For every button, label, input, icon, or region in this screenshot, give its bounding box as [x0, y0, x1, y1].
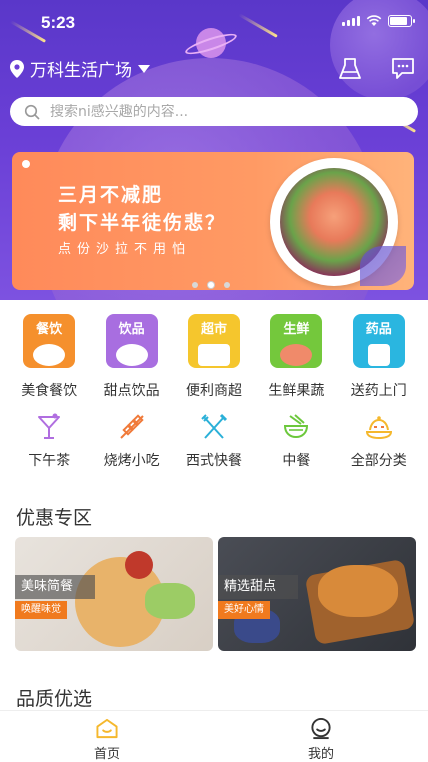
category-label: 美食餐饮 [21, 383, 78, 399]
search-icon [24, 104, 40, 120]
category-food-tile: 餐饮 [23, 314, 76, 368]
tab-label: 我的 [307, 747, 334, 762]
wifi-icon [366, 15, 382, 26]
category-label: 便利商超 [185, 383, 242, 399]
bowl-icon [284, 414, 309, 439]
category-western[interactable]: 西式快餐 [174, 412, 254, 470]
status-time: 5:23 [41, 13, 76, 32]
promo-section-title: 优惠专区 [16, 507, 93, 529]
category-label: 全部分类 [350, 453, 407, 469]
status-icons [342, 15, 415, 27]
secondary-categories: 下午茶 烧烤小吃 西式快餐 中餐 全部分类 [0, 412, 428, 470]
promo-caption: 精选甜点 [218, 575, 298, 599]
pager-dot[interactable] [224, 282, 230, 288]
category-all[interactable]: 全部分类 [339, 412, 419, 470]
category-pharmacy[interactable]: 药品 送药上门 [339, 314, 419, 400]
sauce-image [125, 551, 153, 579]
category-supermarket[interactable]: 超市 便利商超 [174, 314, 254, 400]
category-label: 下午茶 [28, 453, 71, 469]
fork-knife-icon [201, 413, 228, 439]
category-afternoon-tea[interactable]: 下午茶 [9, 412, 89, 470]
category-label: 甜点饮品 [103, 383, 160, 399]
category-label: 西式快餐 [185, 453, 242, 469]
primary-categories: 餐饮 美食餐饮 饮品 甜点饮品 超市 便利商超 生鲜 生鲜果蔬 药品 送药上门 [0, 314, 428, 400]
search-input[interactable] [50, 103, 390, 120]
banner-decoration-dot [22, 160, 30, 168]
category-drinks[interactable]: 饮品 甜点饮品 [92, 314, 172, 400]
fresh-food-image [280, 344, 313, 366]
category-tag: 超市 [200, 322, 227, 337]
category-tag: 饮品 [118, 322, 145, 337]
promo-caption: 美味简餐 [15, 575, 95, 599]
quality-section-title: 品质优选 [16, 688, 93, 710]
chevron-down-icon [138, 64, 150, 73]
category-label: 生鲜果蔬 [268, 383, 325, 399]
promo-banner[interactable]: 三月不减肥 剩下半年徒伤悲？ 点份沙拉不用怕 [12, 152, 414, 290]
cellular-signal-icon [342, 16, 360, 26]
profile-icon [311, 717, 331, 740]
status-bar: 5:23 [0, 0, 428, 44]
grocery-image [197, 344, 230, 366]
pager-dot-active[interactable] [208, 282, 214, 288]
category-label: 烧烤小吃 [103, 453, 160, 469]
category-tag: 药品 [365, 322, 392, 337]
leaf-decoration [360, 246, 406, 286]
sandwich-image [145, 583, 195, 619]
food-image [33, 344, 66, 366]
tab-home[interactable]: 首页 [0, 711, 214, 762]
category-pharmacy-tile: 药品 [352, 314, 405, 368]
promo-tag: 美好心情 [218, 601, 270, 619]
promo-tag: 唤醒味觉 [15, 601, 67, 619]
tab-profile[interactable]: 我的 [214, 711, 428, 762]
promo-card-dessert[interactable]: 精选甜点 美好心情 [218, 537, 416, 651]
category-bbq[interactable]: 烧烤小吃 [92, 412, 172, 470]
banner-headline-1: 三月不减肥 [58, 184, 164, 206]
category-tag: 生鲜 [283, 322, 310, 337]
scan-icon[interactable] [336, 56, 364, 82]
skewer-icon [119, 414, 144, 439]
medicine-image [367, 344, 390, 366]
tab-bar: 首页 我的 [0, 710, 428, 762]
category-label: 中餐 [282, 453, 311, 469]
category-fresh[interactable]: 生鲜 生鲜果蔬 [256, 314, 336, 400]
category-food[interactable]: 餐饮 美食餐饮 [9, 314, 89, 400]
home-icon [96, 718, 118, 739]
tab-label: 首页 [93, 747, 120, 762]
category-drinks-tile: 饮品 [105, 314, 158, 368]
category-tag: 餐饮 [36, 322, 63, 337]
category-label: 送药上门 [350, 383, 407, 399]
category-chinese[interactable]: 中餐 [256, 412, 336, 470]
banner-subtitle: 点份沙拉不用怕 [58, 242, 192, 257]
location-pin-icon [10, 59, 24, 78]
banner-headline-2: 剩下半年徒伤悲？ [58, 212, 227, 234]
location-selector[interactable]: 万科生活广场 [10, 56, 150, 81]
promo-card-meal[interactable]: 美味简餐 唤醒味觉 [15, 537, 213, 651]
category-supermarket-tile: 超市 [187, 314, 240, 368]
battery-icon [388, 15, 415, 27]
cocktail-icon [38, 413, 61, 439]
category-fresh-tile: 生鲜 [270, 314, 323, 368]
location-label: 万科生活广场 [30, 61, 132, 81]
dish-icon [365, 416, 392, 440]
banner-pager [192, 282, 230, 288]
pager-dot[interactable] [192, 282, 198, 288]
search-bar[interactable] [10, 97, 418, 126]
coffee-image [115, 344, 148, 366]
croissant-image [318, 565, 398, 617]
message-icon[interactable] [390, 56, 418, 82]
